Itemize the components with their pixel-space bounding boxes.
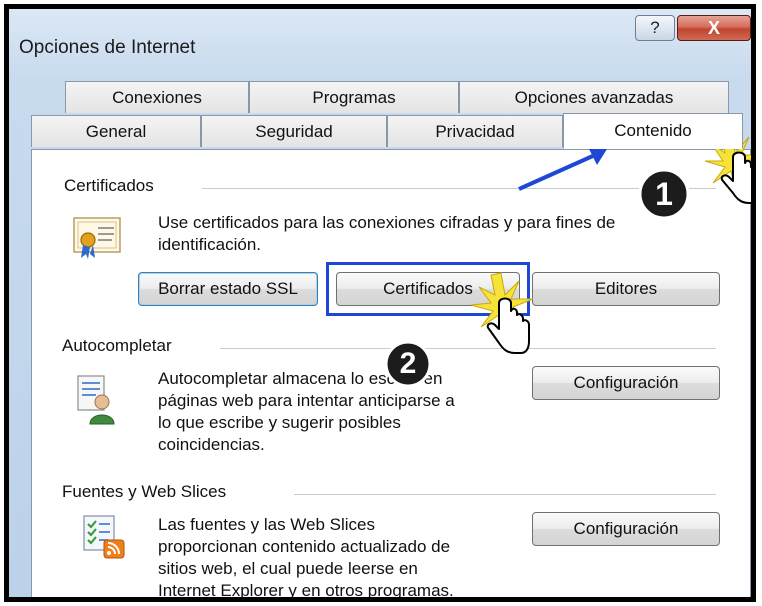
- close-icon: X: [707, 17, 720, 38]
- close-button[interactable]: X: [677, 15, 751, 41]
- certificados-description: Use certificados para las conexiones cif…: [158, 212, 718, 256]
- section-divider: [294, 494, 716, 495]
- clear-ssl-button[interactable]: Borrar estado SSL: [138, 272, 318, 306]
- step-1-badge: 1: [637, 167, 691, 226]
- button-label: Configuración: [573, 519, 679, 538]
- autocompletar-line: coincidencias.: [158, 435, 265, 454]
- section-title-fuentes: Fuentes y Web Slices: [62, 482, 235, 502]
- tab-conexiones[interactable]: Conexiones: [65, 81, 249, 113]
- fuentes-line: proporcionan contenido actualizado de: [158, 537, 451, 556]
- certificate-icon: [73, 217, 121, 259]
- autocompletar-line: Autocompletar almacena lo escrito en: [158, 369, 443, 388]
- certificados-desc-line: Use certificados para las conexiones cif…: [158, 213, 616, 232]
- tab-contenido[interactable]: Contenido: [563, 113, 743, 149]
- tab-label: Conexiones: [112, 87, 202, 107]
- fuentes-line: Las fuentes y las Web Slices: [158, 515, 376, 534]
- tab-opciones-avanzadas[interactable]: Opciones avanzadas: [459, 81, 729, 113]
- help-button[interactable]: ?: [635, 15, 675, 41]
- tab-general[interactable]: General: [31, 115, 201, 147]
- feeds-settings-button[interactable]: Configuración: [532, 512, 720, 546]
- tab-label: Programas: [312, 87, 396, 107]
- fuentes-line: Internet Explorer y en otros programas.: [158, 581, 454, 600]
- autocomplete-user-icon: [77, 375, 115, 425]
- autocomplete-settings-button[interactable]: Configuración: [532, 366, 720, 400]
- publishers-button[interactable]: Editores: [532, 272, 720, 306]
- autocompletar-line: lo que escribe y sugerir posibles: [158, 413, 401, 432]
- feeds-icon: [83, 515, 125, 559]
- step-2-number: 2: [399, 347, 417, 380]
- autocompletar-line: páginas web para intentar anticiparse a: [158, 391, 455, 410]
- button-label: Editores: [594, 279, 658, 298]
- tab-label: Seguridad: [255, 121, 333, 141]
- section-title-autocompletar: Autocompletar: [62, 336, 180, 356]
- hand-cursor-icon: [471, 272, 534, 354]
- step-2-badge: 2: [383, 339, 433, 394]
- tab-label: General: [85, 121, 147, 141]
- tab-label: Opciones avanzadas: [514, 87, 674, 107]
- fuentes-line: sitios web, el cual puede leerse en: [158, 559, 418, 578]
- button-label: Borrar estado SSL: [158, 279, 298, 298]
- certificados-desc-line: identificación.: [158, 235, 262, 254]
- autocompletar-description: Autocompletar almacena lo escrito en pág…: [158, 368, 538, 456]
- help-icon: ?: [650, 18, 660, 37]
- fuentes-description: Las fuentes y las Web Slices proporciona…: [158, 514, 558, 600]
- tab-label: Contenido: [614, 121, 692, 140]
- window-title: Opciones de Internet: [19, 37, 196, 58]
- section-divider: [220, 348, 716, 349]
- tab-label: Privacidad: [435, 121, 515, 141]
- tab-seguridad[interactable]: Seguridad: [201, 115, 387, 147]
- step-1-number: 1: [655, 176, 673, 212]
- section-title-certificados: Certificados: [64, 176, 162, 196]
- dialog-window: Opciones de Internet ? X Conexiones Prog…: [4, 4, 756, 602]
- tab-programas[interactable]: Programas: [249, 81, 459, 113]
- button-label: Configuración: [573, 373, 679, 392]
